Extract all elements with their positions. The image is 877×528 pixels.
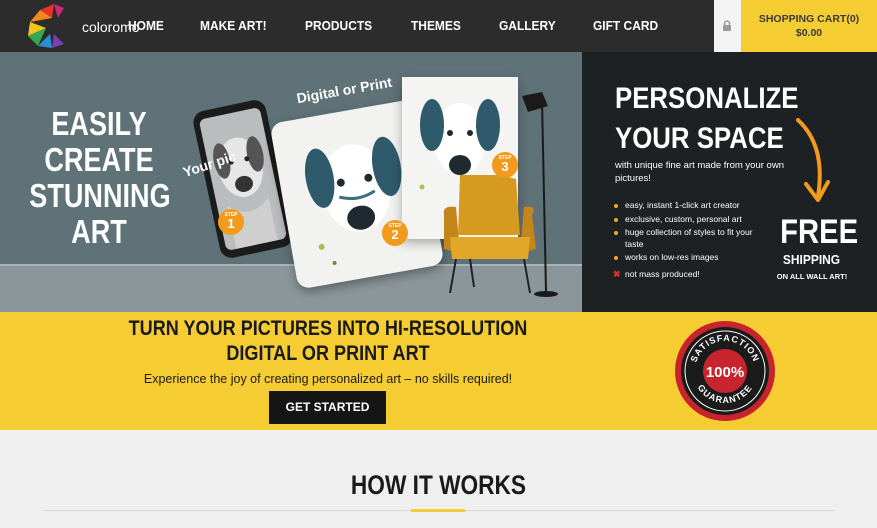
hero-title-line: ART xyxy=(71,213,127,250)
shipping-label: SHIPPING xyxy=(782,252,841,267)
cart-total: $0.00 xyxy=(795,27,823,39)
bullet-icon xyxy=(614,231,618,235)
banner-subtitle: Experience the joy of creating personali… xyxy=(143,372,513,386)
how-it-works-title: HOW IT WORKS xyxy=(350,470,527,500)
bullet-icon xyxy=(614,204,618,208)
nav-products[interactable]: PRODUCTS xyxy=(305,0,372,52)
hero-title-line: EASILY xyxy=(51,105,147,142)
bullet-icon xyxy=(614,217,618,222)
satisfaction-guarantee-seal-icon: SATISFACTION GUARANTEE 100% xyxy=(675,321,775,421)
promo-title-line: YOUR SPACE xyxy=(615,122,784,155)
cart-label: SHOPPING CART(0) xyxy=(758,13,860,25)
hero-title-line: CREATE xyxy=(44,141,154,178)
annotation-digital-or-print: Digital or Print xyxy=(295,73,394,107)
curved-arrow-icon xyxy=(796,118,830,202)
get-started-button[interactable]: GET STARTED xyxy=(269,391,386,424)
cta-banner: TURN YOUR PICTURES INTO HI-RESOLUTION DI… xyxy=(0,312,877,430)
shopping-cart-button[interactable]: SHOPPING CART(0) $0.00 xyxy=(741,0,877,52)
nav-themes[interactable]: THEMES xyxy=(411,0,461,52)
feature-item: easy, instant 1-click art creator xyxy=(613,200,771,212)
hero-image: EASILY CREATE STUNNING ART Your pic Digi… xyxy=(0,52,582,312)
feature-item: works on low-res images xyxy=(613,252,771,264)
promo-panel: PERSONALIZE YOUR SPACE with unique fine … xyxy=(582,52,877,312)
feature-text: works on low-res images xyxy=(625,252,719,262)
step-number: 1 xyxy=(227,216,235,231)
step-3-badge: STEP 3 xyxy=(492,152,518,178)
cross-icon: ✖ xyxy=(613,268,621,279)
step-number: 3 xyxy=(501,159,509,174)
feature-list: easy, instant 1-click art creator exclus… xyxy=(613,200,771,282)
feature-item: exclusive, custom, personal art xyxy=(613,214,771,226)
section-divider-accent xyxy=(411,509,465,512)
top-nav: coloromo HOME MAKE ART! PRODUCTS THEMES … xyxy=(0,0,877,52)
promo-title: PERSONALIZE YOUR SPACE xyxy=(615,79,798,159)
feature-item: huge collection of styles to fit your ta… xyxy=(613,227,771,250)
coloromo-logo[interactable]: coloromo xyxy=(28,4,140,48)
armchair-illustration xyxy=(443,175,536,294)
hero-title: EASILY CREATE STUNNING ART xyxy=(29,105,171,250)
feature-text: huge collection of styles to fit your ta… xyxy=(625,227,753,249)
step-2-badge: STEP 2 xyxy=(382,220,408,246)
lock-icon xyxy=(723,20,731,31)
seal-center-text: 100% xyxy=(706,364,744,381)
feature-text: exclusive, custom, personal art xyxy=(625,213,742,224)
step-1-badge: STEP 1 xyxy=(218,209,244,235)
nav-make-art[interactable]: MAKE ART! xyxy=(200,0,267,52)
wall-art-label: ON ALL WALL ART! xyxy=(776,272,848,281)
feature-item-negative: ✖ not mass produced! xyxy=(613,269,771,281)
main-menu: HOME MAKE ART! PRODUCTS THEMES GALLERY G… xyxy=(128,0,697,52)
hero-title-line: STUNNING xyxy=(29,177,171,214)
feature-text: not mass produced! xyxy=(625,268,700,279)
promo-subtitle: with unique fine art made from your own … xyxy=(615,160,784,184)
promo-title-line: PERSONALIZE xyxy=(615,82,799,115)
free-label: FREE xyxy=(780,213,859,251)
step-number: 2 xyxy=(391,227,399,242)
secure-badge xyxy=(714,0,741,52)
feature-text: easy, instant 1-click art creator xyxy=(625,200,740,210)
banner-title: TURN YOUR PICTURES INTO HI-RESOLUTION DI… xyxy=(128,317,528,365)
nav-home[interactable]: HOME xyxy=(128,0,164,52)
bullet-icon xyxy=(614,256,618,260)
nav-gallery[interactable]: GALLERY xyxy=(499,0,556,52)
nav-gift-card[interactable]: GIFT CARD xyxy=(593,0,658,52)
